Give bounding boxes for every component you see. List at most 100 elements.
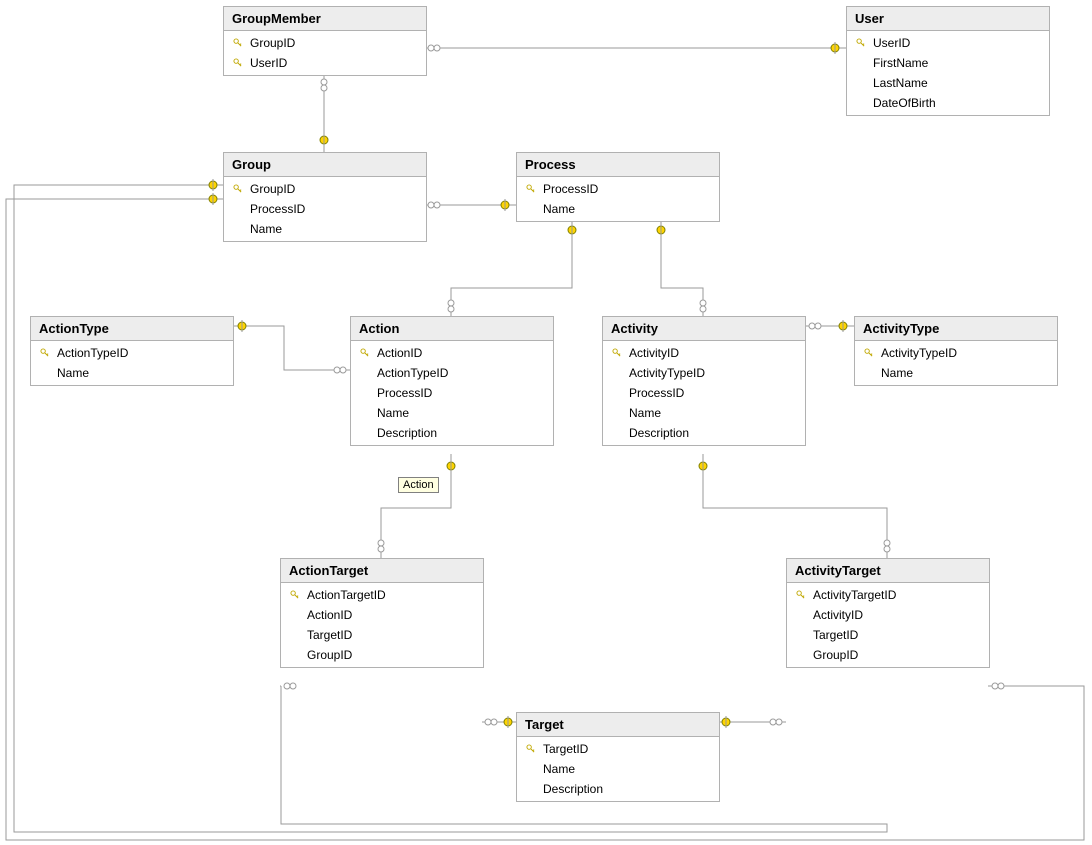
column-row[interactable]: UserID	[847, 33, 1049, 53]
column-row[interactable]: TargetID	[281, 625, 483, 645]
column-row[interactable]: GroupID	[787, 645, 989, 665]
column-name: Name	[250, 222, 282, 236]
column-row[interactable]: Name	[224, 219, 426, 239]
column-row[interactable]: Name	[517, 759, 719, 779]
entity-title: Process	[517, 153, 719, 177]
entity-activity[interactable]: ActivityActivityID ActivityTypeID ProcessI…	[602, 316, 806, 446]
entity-process[interactable]: Process ProcessID Name	[516, 152, 720, 222]
column-name: ProcessID	[543, 182, 598, 196]
column-row[interactable]: Description	[603, 423, 805, 443]
column-name: Name	[377, 406, 409, 420]
column-row[interactable]: TargetID	[517, 739, 719, 759]
column-name: ActionTypeID	[377, 366, 448, 380]
column-row[interactable]: Description	[517, 779, 719, 799]
column-row[interactable]: ActivityTargetID	[787, 585, 989, 605]
entity-title: ActivityTarget	[787, 559, 989, 583]
column-name: Name	[543, 762, 575, 776]
column-name: GroupID	[250, 182, 295, 196]
key-icon	[612, 348, 622, 358]
column-row[interactable]: FirstName	[847, 53, 1049, 73]
column-row[interactable]: ProcessID	[224, 199, 426, 219]
column-row[interactable]: GroupID	[224, 33, 426, 53]
column-name: FirstName	[873, 56, 928, 70]
entity-user[interactable]: UserUserIDFirstNameLastNameDateOfBirth	[846, 6, 1050, 116]
column-row[interactable]: Name	[31, 363, 233, 383]
entity-title: ActivityType	[855, 317, 1057, 341]
column-row[interactable]: ActivityID	[787, 605, 989, 625]
column-name: Description	[629, 426, 689, 440]
column-row[interactable]: ActionID	[281, 605, 483, 625]
column-name: LastName	[873, 76, 928, 90]
connector-group-actiontarget	[14, 185, 887, 832]
column-row[interactable]: Description	[351, 423, 553, 443]
column-name: TargetID	[307, 628, 352, 642]
key-icon	[290, 590, 300, 600]
diagram-canvas: Action GroupMemberGroupIDUserIDUserUserI…	[0, 0, 1092, 845]
column-row[interactable]: GroupID	[224, 179, 426, 199]
column-row[interactable]: ActionTargetID	[281, 585, 483, 605]
entity-title: ActionType	[31, 317, 233, 341]
entity-actiontype[interactable]: ActionType ActionTypeID Name	[30, 316, 234, 386]
column-row[interactable]: ActionID	[351, 343, 553, 363]
column-name: ProcessID	[377, 386, 432, 400]
entity-title: Activity	[603, 317, 805, 341]
column-row[interactable]: UserID	[224, 53, 426, 73]
key-icon	[856, 38, 866, 48]
column-name: ProcessID	[250, 202, 305, 216]
column-name: ActionTargetID	[307, 588, 386, 602]
column-row[interactable]: Name	[603, 403, 805, 423]
column-row[interactable]: DateOfBirth	[847, 93, 1049, 113]
column-row[interactable]: ProcessID	[517, 179, 719, 199]
column-row[interactable]: LastName	[847, 73, 1049, 93]
column-row[interactable]: GroupID	[281, 645, 483, 665]
entity-activitytarget[interactable]: ActivityTarget ActivityTargetID ActivityID…	[786, 558, 990, 668]
entity-group[interactable]: Group GroupID ProcessID Name	[223, 152, 427, 242]
column-row[interactable]: ProcessID	[603, 383, 805, 403]
connector-process-action	[451, 220, 572, 316]
column-name: ActionTypeID	[57, 346, 128, 360]
column-name: Name	[57, 366, 89, 380]
entity-groupmember[interactable]: GroupMemberGroupIDUserID	[223, 6, 427, 76]
key-icon	[526, 184, 536, 194]
key-icon	[796, 590, 806, 600]
column-name: Description	[377, 426, 437, 440]
column-name: ActivityTypeID	[881, 346, 957, 360]
column-row[interactable]: ActionTypeID	[31, 343, 233, 363]
connector-actiontype-action	[232, 326, 350, 370]
connector-process-activity	[661, 220, 703, 316]
column-name: ActivityID	[813, 608, 863, 622]
column-name: ActionID	[307, 608, 352, 622]
column-name: ActivityTypeID	[629, 366, 705, 380]
entity-title: Action	[351, 317, 553, 341]
column-name: Name	[881, 366, 913, 380]
entity-activitytype[interactable]: ActivityType ActivityTypeID Name	[854, 316, 1058, 386]
key-icon	[40, 348, 50, 358]
column-name: ProcessID	[629, 386, 684, 400]
entity-title: Group	[224, 153, 426, 177]
column-row[interactable]: Name	[855, 363, 1057, 383]
column-row[interactable]: ActivityTypeID	[603, 363, 805, 383]
tooltip-action: Action	[398, 477, 439, 493]
column-name: GroupID	[307, 648, 352, 662]
entity-target[interactable]: TargetTargetIDNameDescription	[516, 712, 720, 802]
entity-actiontarget[interactable]: ActionTarget ActionTargetID ActionID Target…	[280, 558, 484, 668]
entity-title: GroupMember	[224, 7, 426, 31]
column-name: TargetID	[543, 742, 588, 756]
column-row[interactable]: ActivityTypeID	[855, 343, 1057, 363]
column-row[interactable]: ActivityID	[603, 343, 805, 363]
entity-title: ActionTarget	[281, 559, 483, 583]
key-icon	[526, 744, 536, 754]
key-icon	[864, 348, 874, 358]
column-name: DateOfBirth	[873, 96, 936, 110]
column-row[interactable]: TargetID	[787, 625, 989, 645]
column-name: ActivityTargetID	[813, 588, 896, 602]
column-name: ActionID	[377, 346, 422, 360]
column-name: TargetID	[813, 628, 858, 642]
key-icon	[233, 184, 243, 194]
column-row[interactable]: Name	[517, 199, 719, 219]
column-row[interactable]: Name	[351, 403, 553, 423]
entity-action[interactable]: Action ActionID ActionTypeID ProcessID Name D…	[350, 316, 554, 446]
key-icon	[233, 38, 243, 48]
column-row[interactable]: ActionTypeID	[351, 363, 553, 383]
column-row[interactable]: ProcessID	[351, 383, 553, 403]
